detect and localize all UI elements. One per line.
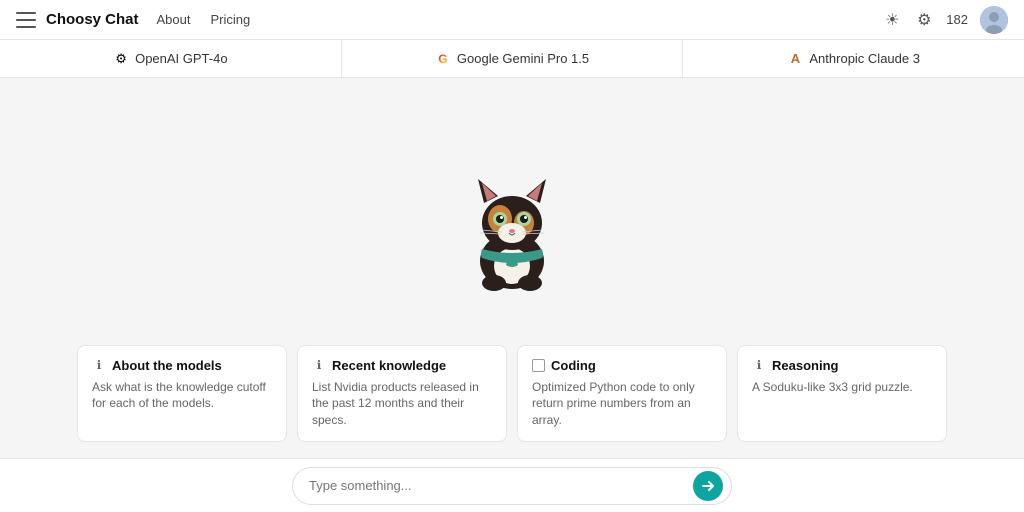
reasoning-title: Reasoning <box>772 358 838 373</box>
sidebar-toggle[interactable] <box>16 12 36 28</box>
model-tab-google[interactable]: G Google Gemini Pro 1.5 <box>342 40 684 77</box>
model-tab-anthropic[interactable]: A Anthropic Claude 3 <box>683 40 1024 77</box>
avatar[interactable] <box>980 6 1008 34</box>
card-recent-knowledge[interactable]: ℹ Recent knowledge List Nvidia products … <box>297 345 507 442</box>
reasoning-body: A Soduku-like 3x3 grid puzzle. <box>752 379 932 396</box>
main-content: ℹ About the models Ask what is the knowl… <box>0 78 1024 458</box>
card-coding[interactable]: Coding Optimized Python code to only ret… <box>517 345 727 442</box>
model-tab-google-label: Google Gemini Pro 1.5 <box>457 51 589 66</box>
cards-row: ℹ About the models Ask what is the knowl… <box>0 345 1024 458</box>
nav-about[interactable]: About <box>149 8 199 31</box>
nav-links: About Pricing <box>149 8 259 31</box>
reasoning-icon: ℹ <box>752 358 766 372</box>
nav-pricing[interactable]: Pricing <box>203 8 259 31</box>
google-icon: G <box>435 51 451 67</box>
coding-title: Coding <box>551 358 596 373</box>
openai-icon: ⚙ <box>113 51 129 67</box>
cat-mascot <box>452 161 572 281</box>
header-right: ☀ ⚙ 182 <box>882 6 1008 34</box>
card-reasoning-header: ℹ Reasoning <box>752 358 932 373</box>
recent-knowledge-body: List Nvidia products released in the pas… <box>312 379 492 429</box>
input-wrapper <box>292 467 732 505</box>
about-models-title: About the models <box>112 358 222 373</box>
model-tab-openai-label: OpenAI GPT-4o <box>135 51 228 66</box>
send-button[interactable] <box>693 471 723 501</box>
app-header: Choosy Chat About Pricing ☀ ⚙ 182 <box>0 0 1024 40</box>
about-models-body: Ask what is the knowledge cutoff for eac… <box>92 379 272 413</box>
header-left: Choosy Chat About Pricing <box>16 8 258 31</box>
coding-body: Optimized Python code to only return pri… <box>532 379 712 429</box>
mascot-area <box>452 78 572 345</box>
settings-icon[interactable]: ⚙ <box>914 10 934 30</box>
recent-knowledge-icon: ℹ <box>312 358 326 372</box>
theme-icon[interactable]: ☀ <box>882 10 902 30</box>
chat-input[interactable] <box>309 478 693 493</box>
token-count: 182 <box>946 12 968 27</box>
coding-icon <box>532 359 545 372</box>
card-reasoning[interactable]: ℹ Reasoning A Soduku-like 3x3 grid puzzl… <box>737 345 947 442</box>
model-tab-anthropic-label: Anthropic Claude 3 <box>809 51 920 66</box>
app-title: Choosy Chat <box>46 11 139 28</box>
card-recent-knowledge-header: ℹ Recent knowledge <box>312 358 492 373</box>
recent-knowledge-title: Recent knowledge <box>332 358 446 373</box>
about-models-icon: ℹ <box>92 358 106 372</box>
model-tab-openai[interactable]: ⚙ OpenAI GPT-4o <box>0 40 342 77</box>
model-tabs: ⚙ OpenAI GPT-4o G Google Gemini Pro 1.5 … <box>0 40 1024 78</box>
card-coding-header: Coding <box>532 358 712 373</box>
card-about-models-header: ℹ About the models <box>92 358 272 373</box>
bottom-bar <box>0 458 1024 512</box>
card-about-models[interactable]: ℹ About the models Ask what is the knowl… <box>77 345 287 442</box>
anthropic-icon: A <box>787 51 803 67</box>
